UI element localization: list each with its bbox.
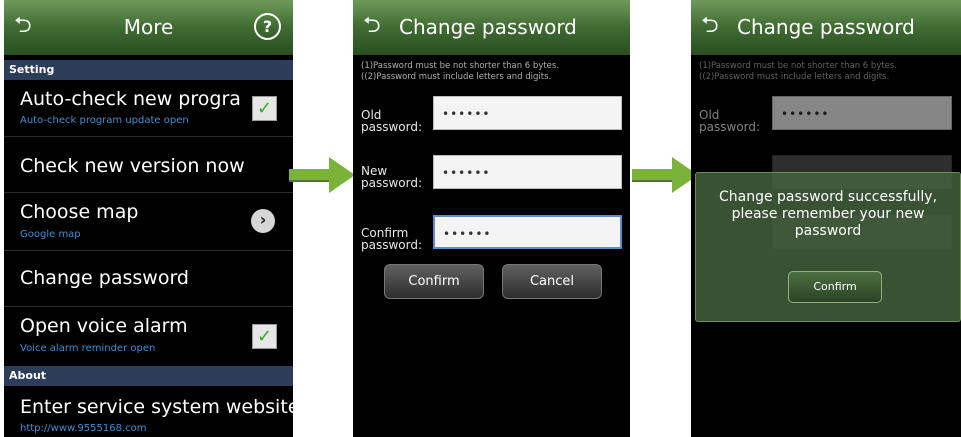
hint-line-1: (1)Password must be not shorter than 6 b… — [361, 61, 560, 71]
back-icon[interactable]: ⮌ — [701, 14, 719, 38]
title-bar: ⮌ Change password — [353, 0, 630, 55]
list-item-check-version[interactable]: Check new version now — [4, 137, 293, 193]
arrow-right-icon — [632, 157, 698, 193]
checkbox-auto-check[interactable]: ✓ — [252, 96, 277, 121]
list-item-auto-check[interactable]: Auto-check new program Auto-check progra… — [4, 80, 293, 137]
page-title: More — [123, 15, 174, 39]
confirm-password-field[interactable]: •••••• — [433, 215, 622, 249]
page-title: Change password — [737, 15, 915, 39]
item-sublabel: http://www.9555168.com — [20, 423, 147, 434]
change-password-success-screen: ⮌ Change password (1)Password must be no… — [691, 0, 961, 437]
item-label: Check new version now — [20, 155, 245, 177]
arrow-right-icon — [289, 157, 355, 193]
section-header-setting: Setting — [4, 60, 293, 80]
confirm-button[interactable]: Confirm — [384, 264, 484, 299]
success-dialog: Change password successfully, please rem… — [695, 172, 961, 322]
cancel-button[interactable]: Cancel — [502, 264, 602, 299]
page-title: Change password — [399, 15, 577, 39]
title-bar: ⮌ Change password — [691, 0, 961, 55]
list-item-voice-alarm[interactable]: Open voice alarm Voice alarm reminder op… — [4, 307, 293, 366]
label-line: password: — [361, 120, 423, 134]
item-label: Enter service system website — [20, 396, 293, 418]
label-line: password: — [361, 176, 423, 190]
label-line: password: — [361, 238, 423, 252]
back-icon[interactable]: ⮌ — [363, 14, 381, 38]
message-line: password — [794, 223, 862, 239]
change-password-screen: ⮌ Change password (1)Password must be no… — [353, 0, 630, 437]
item-label: Choose map — [20, 201, 139, 223]
list-item-service-website[interactable]: Enter service system website http://www.… — [4, 386, 293, 437]
item-sublabel: Auto-check program update open — [20, 115, 189, 126]
hint-line-2: ((2)Password must include letters and di… — [361, 72, 552, 82]
new-password-label: New password: — [361, 165, 422, 189]
password-hint: (1)Password must be not shorter than 6 b… — [361, 61, 559, 83]
dialog-message: Change password successfully, please rem… — [696, 189, 960, 240]
message-line: please remember your new — [731, 206, 925, 222]
old-password-field[interactable]: •••••• — [433, 96, 622, 130]
section-header-about: About — [4, 366, 293, 386]
item-label: Change password — [20, 267, 189, 289]
more-screen: ⮌ More ? Setting Auto-check new program … — [4, 0, 293, 437]
item-label: Open voice alarm — [20, 315, 188, 337]
item-sublabel: Voice alarm reminder open — [20, 343, 156, 354]
dialog-confirm-button[interactable]: Confirm — [788, 271, 882, 303]
list-item-choose-map[interactable]: Choose map Google map › — [4, 193, 293, 251]
item-label: Auto-check new program — [20, 88, 241, 110]
confirm-password-label: Confirm password: — [361, 227, 422, 251]
title-bar: ⮌ More ? — [4, 0, 293, 55]
checkbox-voice-alarm[interactable]: ✓ — [252, 324, 277, 349]
old-password-label: Old password: — [361, 109, 422, 133]
new-password-field[interactable]: •••••• — [433, 155, 622, 189]
chevron-right-icon[interactable]: › — [251, 209, 275, 233]
help-icon[interactable]: ? — [254, 13, 281, 40]
item-sublabel: Google map — [20, 229, 81, 240]
list-item-change-password[interactable]: Change password — [4, 251, 293, 307]
message-line: Change password successfully, — [718, 189, 938, 205]
